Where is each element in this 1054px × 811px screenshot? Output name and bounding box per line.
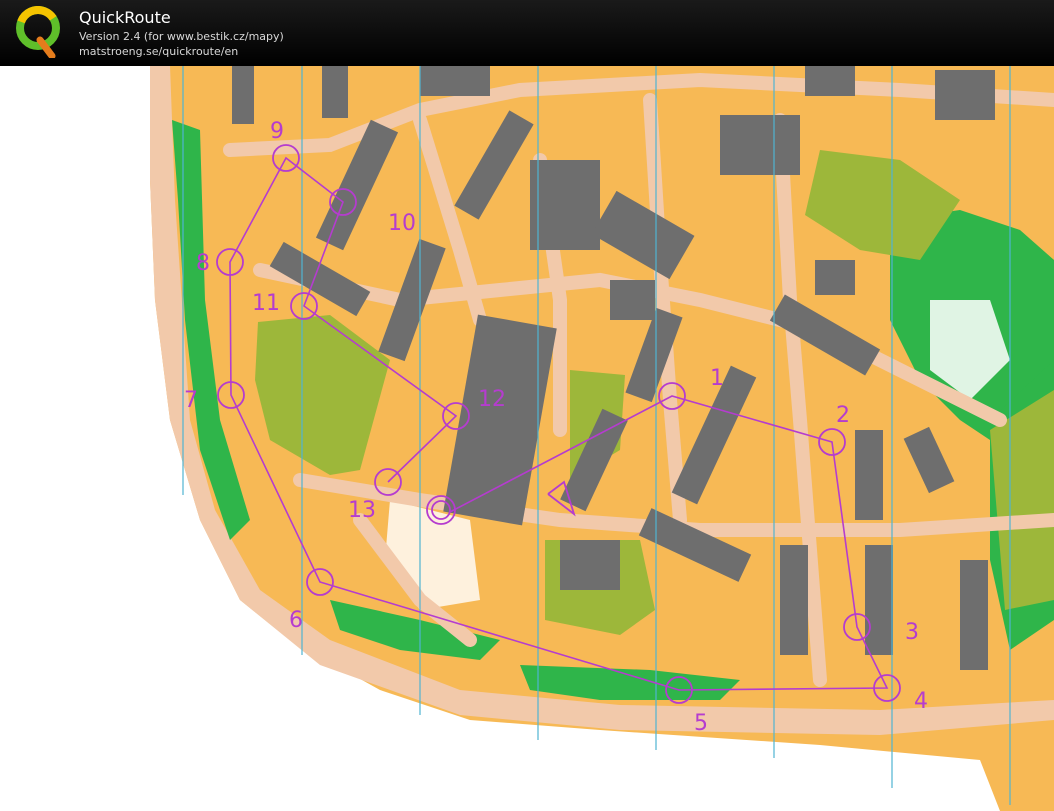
orienteering-map[interactable]: 1 2 3 4 5 6 7 8 9 10 11 12 13 xyxy=(0,66,1054,811)
control-label-4: 4 xyxy=(914,689,928,714)
control-label-2: 2 xyxy=(836,403,850,428)
control-label-7: 7 xyxy=(184,388,198,413)
control-label-8: 8 xyxy=(196,251,210,276)
quickroute-logo xyxy=(16,6,60,58)
title-bar: QuickRoute Version 2.4 (for www.bestik.c… xyxy=(0,0,1054,66)
app-version: Version 2.4 (for www.bestik.cz/mapy) xyxy=(79,30,284,43)
control-label-3: 3 xyxy=(905,620,919,645)
control-label-10: 10 xyxy=(388,211,416,236)
control-label-9: 9 xyxy=(270,119,284,144)
control-label-11: 11 xyxy=(252,291,280,316)
control-label-5: 5 xyxy=(694,711,708,736)
control-label-12: 12 xyxy=(478,387,506,412)
app-url: matstroeng.se/quickroute/en xyxy=(79,45,239,58)
app-title: QuickRoute xyxy=(79,8,171,27)
control-label-13: 13 xyxy=(348,498,376,523)
control-label-1: 1 xyxy=(710,366,724,391)
control-label-6: 6 xyxy=(289,608,303,633)
